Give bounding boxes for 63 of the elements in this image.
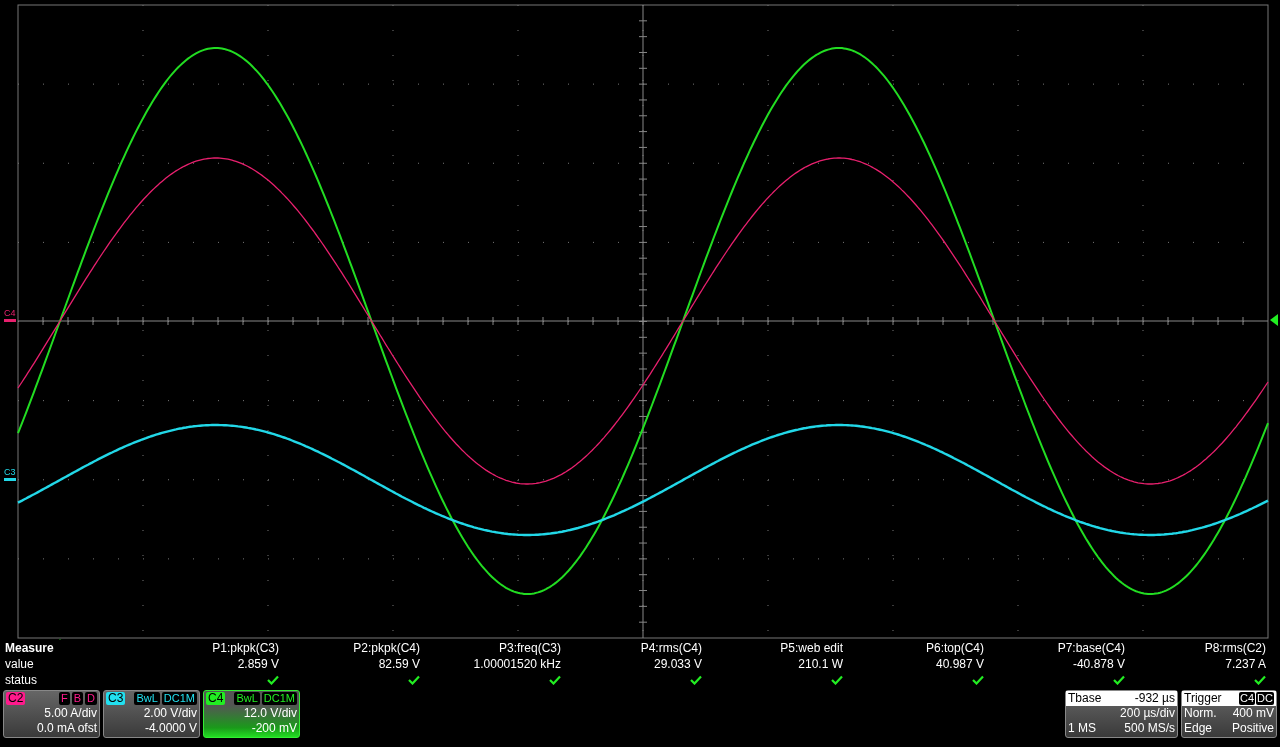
timebase-title: Tbase xyxy=(1068,691,1102,706)
measurement-name: P5:web edit xyxy=(780,640,843,656)
measurement-value: 2.859 V xyxy=(237,656,279,672)
checkmark-icon xyxy=(408,675,420,685)
trigger-mode: Norm. xyxy=(1184,706,1217,721)
checkmark-icon xyxy=(831,675,843,685)
measurement-value: 40.987 V xyxy=(935,656,984,672)
channel-offset: -4.0000 V xyxy=(143,721,197,735)
checkmark-icon xyxy=(1254,675,1266,685)
trigger-slope: Positive xyxy=(1231,721,1274,736)
measurement-value: 7.237 A xyxy=(1225,656,1266,672)
channel-panel[interactable]: C2 F B D 5.00 A/div 0.0 mA ofst xyxy=(3,690,100,738)
measurement-name: P2:pkpk(C4) xyxy=(353,640,420,656)
measurement-value: 210.1 W xyxy=(798,656,843,672)
measurement-value: 1.00001520 kHz xyxy=(473,656,561,672)
channel-scale: 12.0 V/div xyxy=(242,705,297,721)
measurement-name: P1:pkpk(C3) xyxy=(212,640,279,656)
memory-depth: 1 MS xyxy=(1068,721,1096,736)
channel-scale: 5.00 A/div xyxy=(43,705,97,721)
checkmark-icon xyxy=(267,675,279,685)
trigger-title: Trigger xyxy=(1184,691,1222,706)
channel-scale: 2.00 V/div xyxy=(142,705,197,721)
measurement-value: 29.033 V xyxy=(653,656,702,672)
trigger-tag: C4 xyxy=(1239,692,1256,705)
measure-title: Measure xyxy=(5,640,55,656)
checkmark-icon xyxy=(972,675,984,685)
checkmark-icon xyxy=(549,675,561,685)
channel-name: C4 xyxy=(206,692,226,705)
measurement-name: P4:rms(C4) xyxy=(640,640,702,656)
channel-tag: BwL xyxy=(234,692,260,705)
row-label: status xyxy=(5,672,38,688)
row-label: value xyxy=(5,656,35,672)
channel-tag: BwL xyxy=(134,692,160,705)
measurement-value: -40.878 V xyxy=(1072,656,1125,672)
trigger-tag: DC xyxy=(1256,692,1274,705)
trigger-threshold: 400 mV xyxy=(1232,706,1274,721)
measurement-name: P6:top(C4) xyxy=(925,640,984,656)
measurement-name: P8:rms(C2) xyxy=(1204,640,1266,656)
channel-offset: 0.0 mA ofst xyxy=(35,721,97,735)
channel-name: C2 xyxy=(6,692,26,705)
channel-tag: B xyxy=(71,692,84,705)
checkmark-icon xyxy=(1113,675,1125,685)
channel-panel[interactable]: C4 BwL DC1M 12.0 V/div -200 mV xyxy=(203,690,300,738)
checkmark-icon xyxy=(690,675,702,685)
channel-tag: DC1M xyxy=(161,692,197,705)
trigger-panel[interactable]: Trigger C4 DC Norm. 400 mV Edge Positive xyxy=(1181,690,1277,738)
trigger-type: Edge xyxy=(1184,721,1213,736)
trigger-level-icon xyxy=(1270,314,1278,326)
measurement-name: P3:freq(C3) xyxy=(498,640,561,656)
trace-label: C3 xyxy=(4,467,16,477)
channel-tag: D xyxy=(85,692,97,705)
channel-tag: DC1M xyxy=(261,692,297,705)
sample-rate: 500 MS/s xyxy=(1124,721,1175,736)
channel-offset: -200 mV xyxy=(250,721,297,735)
channel-tag: F xyxy=(58,692,70,705)
measurement-name: P7:base(C4) xyxy=(1057,640,1125,656)
channel-panel[interactable]: C3 BwL DC1M 2.00 V/div -4.0000 V xyxy=(103,690,200,738)
trace-label: C4 xyxy=(4,308,16,318)
channel-name: C3 xyxy=(106,692,126,705)
measurement-value: 82.59 V xyxy=(378,656,420,672)
timebase-scale: 200 µs/div xyxy=(1119,706,1176,721)
timebase-panel[interactable]: Tbase -932 µs 200 µs/div 1 MS 500 MS/s xyxy=(1065,690,1178,738)
timebase-delay: -932 µs xyxy=(1134,691,1175,706)
